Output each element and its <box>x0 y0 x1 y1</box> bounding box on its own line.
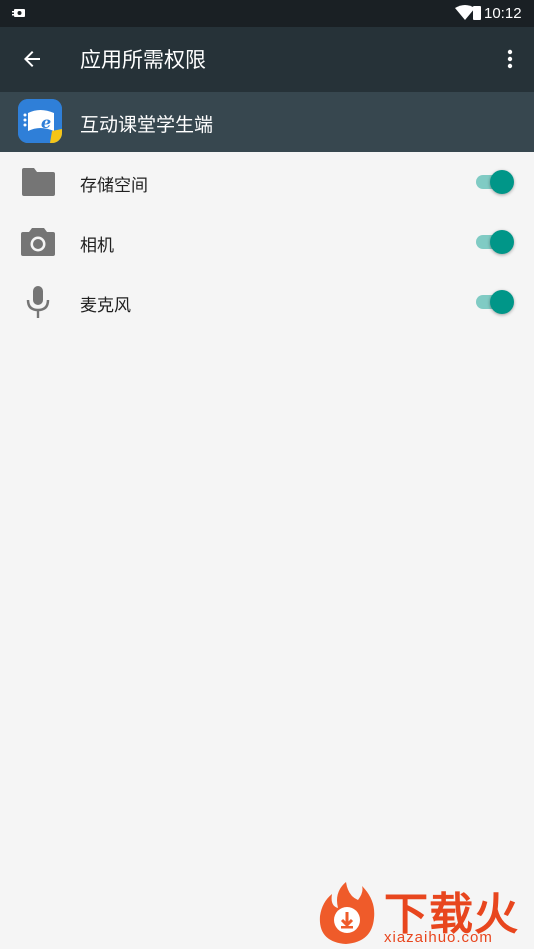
folder-icon <box>22 168 55 196</box>
toggle-thumb <box>490 290 514 314</box>
camera-icon <box>21 228 55 256</box>
app-logo-icon: e <box>18 99 62 143</box>
page-title: 应用所需权限 <box>80 49 206 72</box>
permission-list: 存储空间 相机 麦克风 <box>0 152 534 332</box>
toggle-thumb <box>490 230 514 254</box>
permission-row-storage[interactable]: 存储空间 <box>0 152 534 212</box>
toggle-thumb <box>490 170 514 194</box>
wifi-icon <box>455 5 475 20</box>
permission-row-microphone[interactable]: 麦克风 <box>0 272 534 332</box>
camera-toggle[interactable] <box>474 230 514 254</box>
permission-row-camera[interactable]: 相机 <box>0 212 534 272</box>
notification-icon <box>12 9 25 17</box>
status-time: 10:12 <box>484 5 522 22</box>
permission-label: 相机 <box>80 236 114 255</box>
flame-logo-icon <box>319 882 375 944</box>
microphone-icon <box>26 286 50 318</box>
app-header: e 互动课堂学生端 <box>0 92 534 152</box>
permission-label: 存储空间 <box>80 176 148 195</box>
status-bar: 10:12 <box>0 0 534 27</box>
microphone-toggle[interactable] <box>474 290 514 314</box>
permission-label: 麦克风 <box>80 296 131 315</box>
svg-text:e: e <box>41 113 51 132</box>
storage-toggle[interactable] <box>474 170 514 194</box>
app-bar: 应用所需权限 <box>0 27 534 92</box>
watermark: 下载火 xiazaihuo.com <box>312 878 534 949</box>
back-arrow-icon[interactable] <box>20 47 44 71</box>
watermark-subtitle: xiazaihuo.com <box>384 929 493 946</box>
app-name: 互动课堂学生端 <box>80 115 214 136</box>
battery-icon <box>473 6 481 20</box>
more-options-icon[interactable] <box>498 47 522 71</box>
